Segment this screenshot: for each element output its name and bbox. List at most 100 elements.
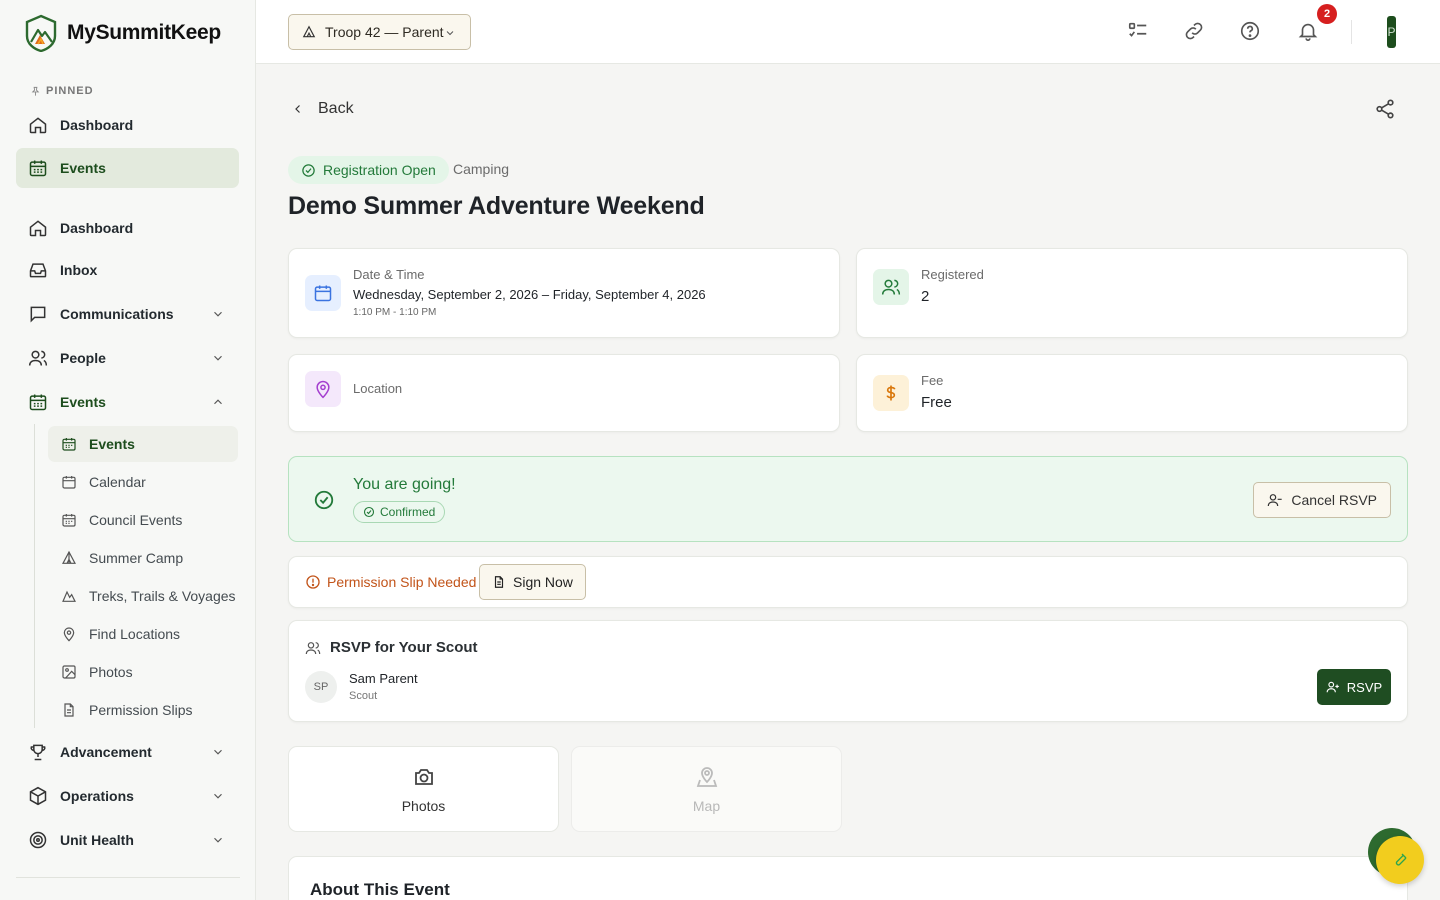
user-avatar[interactable]: P	[1387, 16, 1396, 48]
calendar-icon	[28, 158, 48, 178]
file-icon	[61, 702, 77, 718]
sidebar-subitem-council-events[interactable]: Council Events	[48, 502, 238, 538]
nav-label: Operations	[60, 788, 134, 804]
nav-label: Dashboard	[60, 220, 134, 236]
pinned-item-dashboard[interactable]: Dashboard	[16, 105, 239, 145]
time-value: 1:10 PM - 1:10 PM	[353, 307, 437, 318]
tent-icon	[302, 25, 316, 39]
topbar-divider	[1351, 20, 1352, 44]
nav-label: Advancement	[60, 744, 152, 760]
sidebar-subitem-treks[interactable]: Treks, Trails & Voyages	[48, 578, 238, 614]
tent-icon	[61, 550, 77, 566]
brand-logo-icon	[24, 14, 58, 52]
troop-selector[interactable]: Troop 42 — Parent	[288, 14, 471, 50]
scout-role: Scout	[349, 690, 378, 702]
chevron-down-icon	[211, 307, 225, 321]
chevron-left-icon	[292, 102, 304, 116]
sidebar-subitem-summer-camp[interactable]: Summer Camp	[48, 540, 238, 576]
subitem-label: Events	[89, 436, 135, 452]
users-icon	[305, 640, 321, 656]
sidebar-item-operations[interactable]: Operations	[16, 776, 239, 816]
sidebar-item-unit-health[interactable]: Unit Health	[16, 820, 239, 860]
about-event-card: About This Event	[288, 856, 1408, 900]
back-button[interactable]: Back	[292, 100, 354, 118]
file-icon	[492, 575, 506, 589]
date-value: Wednesday, September 2, 2026 – Friday, S…	[353, 287, 706, 302]
pinned-item-events[interactable]: Events	[16, 148, 239, 188]
category-label: Camping	[453, 161, 510, 177]
fee-card: Fee Free	[856, 354, 1408, 432]
permission-slip-text: Permission Slip Needed	[327, 574, 477, 590]
chevron-down-icon	[211, 745, 225, 759]
nav-label: Communications	[60, 306, 174, 322]
test-tube-fab[interactable]	[1376, 836, 1424, 884]
box-icon	[28, 786, 48, 806]
sign-now-label: Sign Now	[513, 574, 573, 590]
top-bar: Troop 42 — Parent 2 P	[256, 0, 1440, 64]
help-icon[interactable]	[1239, 20, 1263, 44]
bell-icon[interactable]	[1297, 20, 1321, 44]
sidebar-subitem-permission-slips[interactable]: Permission Slips	[48, 692, 238, 728]
rsvp-scout-card: RSVP for Your Scout SP Sam Parent Scout …	[288, 620, 1408, 722]
checklist-icon[interactable]	[1127, 20, 1151, 44]
chevron-down-icon	[444, 27, 456, 39]
sidebar-item-dashboard[interactable]: Dashboard	[16, 208, 239, 248]
subitem-label: Council Events	[89, 512, 183, 528]
sidebar-divider	[16, 877, 240, 878]
sidebar-subitem-photos[interactable]: Photos	[48, 654, 238, 690]
sidebar-subitem-find-locations[interactable]: Find Locations	[48, 616, 238, 652]
chevron-down-icon	[211, 789, 225, 803]
sidebar-item-people[interactable]: People	[16, 338, 239, 378]
photos-tile[interactable]: Photos	[288, 746, 559, 832]
rsvp-button-label: RSVP	[1346, 679, 1383, 695]
sidebar-item-communications[interactable]: Communications	[16, 294, 239, 334]
status-badge: Registration Open	[288, 156, 449, 184]
map-pin-icon	[695, 765, 719, 789]
user-plus-icon	[1326, 680, 1340, 694]
sidebar-item-advancement[interactable]: Advancement	[16, 732, 239, 772]
home-icon	[28, 115, 48, 135]
cancel-rsvp-button[interactable]: Cancel RSVP	[1253, 482, 1391, 518]
sidebar-subitem-events[interactable]: Events	[48, 426, 238, 462]
sidebar-subitem-calendar[interactable]: Calendar	[48, 464, 238, 500]
page-title: Demo Summer Adventure Weekend	[288, 192, 705, 220]
share-icon[interactable]	[1374, 98, 1398, 122]
sidebar-item-inbox[interactable]: Inbox	[16, 250, 239, 290]
fee-label: Fee	[921, 373, 944, 388]
sign-now-button[interactable]: Sign Now	[479, 564, 586, 600]
image-icon	[61, 664, 77, 680]
map-pin-icon	[61, 626, 77, 642]
home-icon	[28, 218, 48, 238]
rsvp-heading: RSVP for Your Scout	[305, 639, 478, 656]
map-pin-icon	[305, 371, 341, 407]
subitem-label: Summer Camp	[89, 550, 184, 566]
date-time-card: Date & Time Wednesday, September 2, 2026…	[288, 248, 840, 338]
about-title: About This Event	[310, 880, 450, 899]
pinned-section-label: PINNED	[30, 85, 94, 97]
calendar-icon	[61, 436, 77, 452]
calendar-icon	[28, 392, 48, 412]
subitem-label: Calendar	[89, 474, 146, 490]
trophy-icon	[28, 742, 48, 762]
confirmed-label: Confirmed	[380, 505, 436, 519]
notification-badge: 2	[1317, 4, 1337, 24]
rsvp-button[interactable]: RSVP	[1317, 669, 1391, 705]
back-label: Back	[318, 100, 354, 117]
avatar: SP	[305, 671, 337, 703]
photos-tile-label: Photos	[401, 797, 446, 814]
brand[interactable]: MySummitKeep	[24, 14, 221, 52]
sidebar: MySummitKeep PINNED Dashboard Events Das…	[0, 0, 256, 900]
camera-icon	[412, 765, 436, 789]
subitem-label: Find Locations	[89, 626, 181, 642]
target-icon	[28, 830, 48, 850]
calendar-icon	[61, 512, 77, 528]
link-icon[interactable]	[1183, 20, 1207, 44]
check-circle-icon	[301, 163, 316, 178]
troop-selector-label: Troop 42 — Parent	[325, 24, 444, 40]
chevron-down-icon	[211, 833, 225, 847]
calendar-icon	[305, 275, 341, 311]
sidebar-item-events[interactable]: Events	[16, 382, 239, 422]
registered-label: Registered	[921, 267, 984, 282]
nav-label: Events	[60, 160, 106, 176]
location-label: Location	[353, 381, 403, 396]
